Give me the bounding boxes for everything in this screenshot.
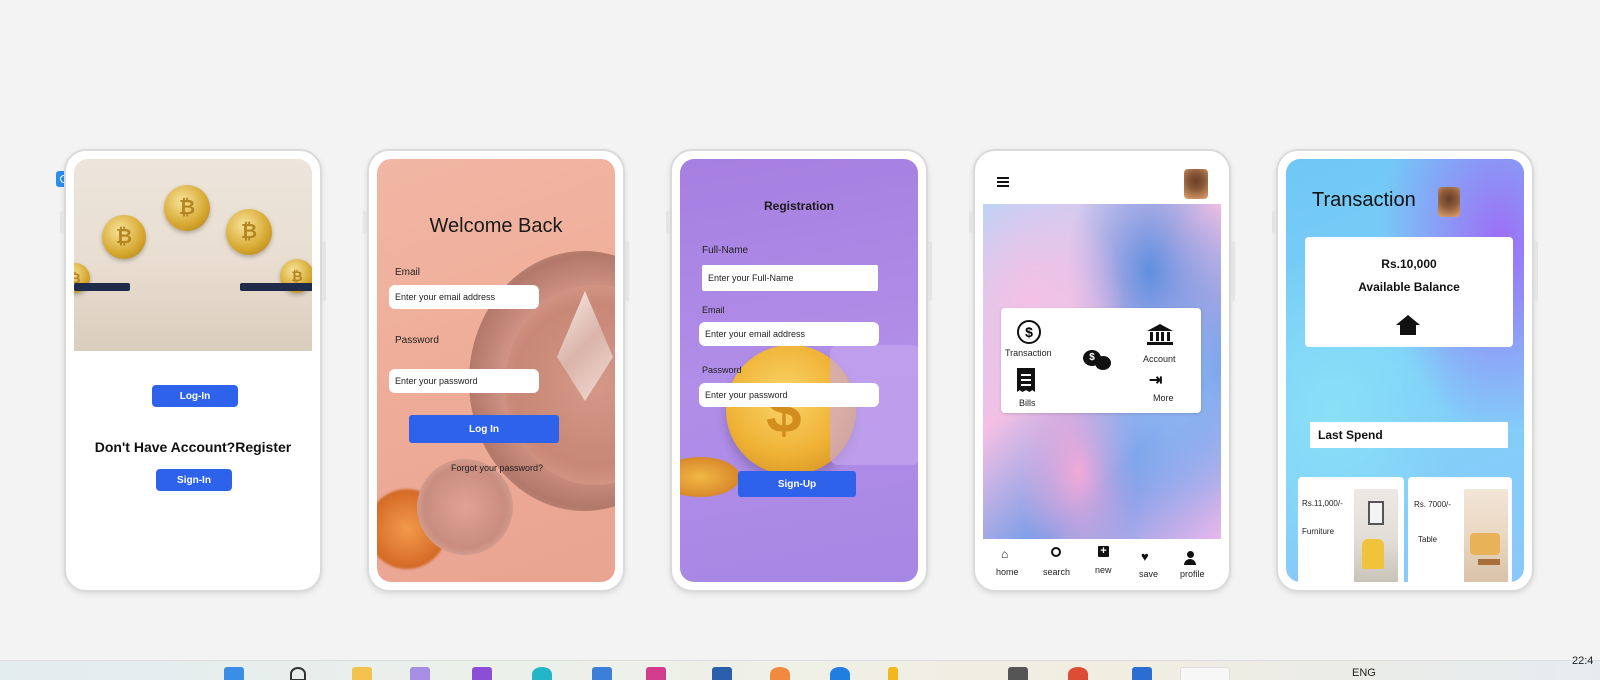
bills-icon[interactable] <box>1017 368 1035 392</box>
heart-icon[interactable]: ♥ <box>1141 549 1149 564</box>
spend-card[interactable]: Rs. 7000/- Table <box>1408 477 1512 582</box>
password-label: Password <box>702 365 742 375</box>
screen: Welcome Back Email Enter your email addr… <box>377 159 615 582</box>
signin-button[interactable]: Sign-In <box>156 469 232 491</box>
password-field[interactable]: Enter your password <box>389 369 539 393</box>
app-icon-purple[interactable] <box>410 667 430 680</box>
taskbar: ENG 22:4 <box>0 655 1600 680</box>
chat-money-icon[interactable]: $ <box>1083 350 1111 372</box>
page-title: Welcome Back <box>429 215 563 237</box>
page-title: Transaction <box>1312 189 1416 211</box>
table-photo <box>1464 489 1508 582</box>
phone-registration: $ Registration Full-Name Enter your Full… <box>666 149 932 592</box>
more-icon[interactable]: ⇥ <box>1149 373 1162 389</box>
spend-price: Rs. 7000/- <box>1414 500 1451 509</box>
app-icon-orange[interactable] <box>770 667 790 680</box>
screen: $ Transaction $ Account Bills ⇥ More ⌂ h… <box>983 159 1221 582</box>
account-label[interactable]: Account <box>1143 354 1176 364</box>
phone-welcome-back: Welcome Back Email Enter your email addr… <box>363 149 629 592</box>
home-icon[interactable] <box>1396 315 1420 335</box>
app-icon-navy[interactable] <box>712 667 732 680</box>
furniture-photo <box>1354 489 1398 582</box>
spend-price: Rs.11,000/- <box>1302 499 1343 508</box>
app-icon-violet[interactable] <box>472 667 492 680</box>
nav-search[interactable]: search <box>1043 567 1070 577</box>
nav-profile[interactable]: profile <box>1180 569 1205 579</box>
app-icon-yellow[interactable] <box>888 667 898 680</box>
app-icon-active[interactable] <box>1180 667 1230 680</box>
search-icon[interactable] <box>290 667 306 680</box>
bottom-nav: ⌂ home search + new ♥ save profile <box>983 539 1221 582</box>
more-label[interactable]: More <box>1153 393 1174 403</box>
last-spend-label: Last Spend <box>1318 428 1383 442</box>
last-spend-header: Last Spend <box>1310 422 1508 448</box>
email-label: Email <box>395 267 421 278</box>
avatar[interactable] <box>1438 187 1460 217</box>
phone-transaction: Transaction Rs.10,000 Available Balance … <box>1272 149 1538 592</box>
file-explorer-icon[interactable] <box>352 667 372 680</box>
bills-label[interactable]: Bills <box>1019 398 1036 408</box>
phone-dashboard: $ Transaction $ Account Bills ⇥ More ⌂ h… <box>969 149 1235 592</box>
password-field[interactable]: Enter your password <box>699 383 879 407</box>
avatar[interactable] <box>1184 169 1208 199</box>
app-icon-blue[interactable] <box>592 667 612 680</box>
search-icon[interactable] <box>1051 547 1061 557</box>
register-text[interactable]: Don't Have Account?Register <box>74 439 312 455</box>
spend-name: Furniture <box>1302 527 1335 536</box>
screen: Transaction Rs.10,000 Available Balance … <box>1286 159 1524 582</box>
home-icon[interactable]: ⌂ <box>1001 547 1008 561</box>
screen: $ Registration Full-Name Enter your Full… <box>680 159 918 582</box>
bitcoin-coins-photo: ₿ ₿ ₿ ₿ ₿ <box>74 159 312 351</box>
person-icon[interactable] <box>1184 551 1196 565</box>
screen: ₿ ₿ ₿ ₿ ₿ Log-In Don't Have Account?Regi… <box>74 159 312 582</box>
fullname-label: Full-Name <box>702 245 749 256</box>
balance-label: Available Balance <box>1358 280 1460 294</box>
email-field[interactable]: Enter your email address <box>699 322 879 346</box>
windows-start-icon[interactable] <box>224 667 244 680</box>
phone-login-landing: ₿ ₿ ₿ ₿ ₿ Log-In Don't Have Account?Regi… <box>60 149 326 592</box>
nav-home[interactable]: home <box>996 567 1019 577</box>
clock[interactable]: 22:4 <box>1572 655 1593 667</box>
app-icon-chrome[interactable] <box>1068 667 1088 680</box>
hamburger-menu-icon[interactable] <box>997 177 1009 187</box>
balance-card: Rs.10,000 Available Balance <box>1305 237 1513 347</box>
transaction-icon[interactable]: $ <box>1017 320 1041 344</box>
transaction-label[interactable]: Transaction <box>1005 348 1052 358</box>
signup-button[interactable]: Sign-Up <box>738 471 856 497</box>
nav-new[interactable]: new <box>1095 565 1112 575</box>
app-icon-teal[interactable] <box>532 667 552 680</box>
login-button[interactable]: Log In <box>409 415 559 443</box>
spend-card[interactable]: Rs.11,000/- Furniture <box>1298 477 1404 582</box>
quick-actions-card: $ Transaction $ Account Bills ⇥ More <box>1001 308 1201 413</box>
password-label: Password <box>395 335 439 346</box>
bank-icon[interactable] <box>1147 324 1173 346</box>
app-icon-pink[interactable] <box>646 667 666 680</box>
email-label: Email <box>702 305 725 315</box>
forgot-password-link[interactable]: Forgot your password? <box>451 463 543 473</box>
login-button[interactable]: Log-In <box>152 385 238 407</box>
app-icon-gray[interactable] <box>1008 667 1028 680</box>
nav-save[interactable]: save <box>1139 569 1158 579</box>
plus-square-icon[interactable]: + <box>1098 546 1109 557</box>
language-indicator[interactable]: ENG <box>1352 667 1376 679</box>
page-title: Registration <box>763 199 834 213</box>
app-icon-edge[interactable] <box>830 667 850 680</box>
fullname-field[interactable]: Enter your Full-Name <box>702 265 878 291</box>
spend-name: Table <box>1418 535 1438 544</box>
email-field[interactable]: Enter your email address <box>389 285 539 309</box>
balance-amount: Rs.10,000 <box>1381 257 1437 271</box>
app-icon-word[interactable] <box>1132 667 1152 680</box>
